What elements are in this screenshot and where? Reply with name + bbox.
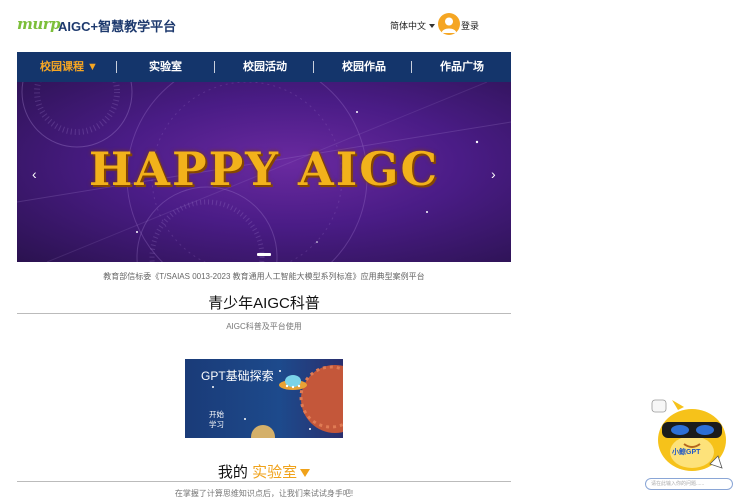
carousel-indicator[interactable] (257, 253, 271, 256)
course-card-title: GPT基础探索 (201, 369, 274, 383)
chevron-down-icon[interactable] (300, 469, 311, 478)
hero-carousel[interactable]: HAPPY AIGC ‹ › (17, 82, 511, 262)
nav-divider (214, 61, 215, 73)
nav-divider (116, 61, 117, 73)
language-label: 简体中文 (390, 21, 427, 31)
nav-divider (313, 61, 314, 73)
course-card-start[interactable]: 开始学习 (209, 410, 225, 430)
section-subtitle-lab: 在掌握了计算思维知识点后，让我们来试试身手吧! (174, 489, 354, 498)
chevron-down-icon (429, 23, 436, 28)
brand-logo[interactable]: murp (17, 15, 61, 33)
course-card-gpt-basics[interactable]: GPT基础探索 开始学习 (185, 359, 343, 438)
section-divider (17, 481, 511, 482)
nav-item-campus-courses[interactable]: 校园课程 ▼ (40, 52, 98, 82)
banner-title: HAPPY AIGC (88, 142, 440, 196)
nav-item-works-square[interactable]: 作品广场 (440, 52, 484, 82)
nav-divider (411, 61, 412, 73)
login-link[interactable]: 登录 (461, 19, 479, 32)
platform-subtitle: 教育部信标委《T/SAIAS 0013-2023 教育通用人工智能大模型系列标准… (103, 272, 425, 281)
section-subtitle-aigc: AIGC科普及平台使用 (226, 322, 302, 331)
carousel-next-arrow-icon[interactable]: › (491, 166, 496, 182)
lab-title-prefix: 我的 (217, 464, 248, 481)
language-selector[interactable]: 简体中文 (390, 19, 436, 32)
main-nav: 校园课程 ▼ 实验室 校园活动 校园作品 作品广场 (17, 52, 511, 82)
carousel-prev-arrow-icon[interactable]: ‹ (32, 166, 37, 182)
nav-item-campus-works[interactable]: 校园作品 (342, 52, 386, 82)
assistant-name: 小鲸GPT (672, 449, 701, 456)
user-avatar-icon[interactable] (438, 13, 460, 35)
lab-title-accent[interactable]: 实验室 (252, 464, 297, 481)
section-title-my-lab: 我的 实验室 (17, 461, 511, 482)
nav-item-lab[interactable]: 实验室 (149, 52, 182, 82)
section-divider (17, 313, 511, 314)
section-title-aigc: 青少年AIGC科普 (208, 295, 320, 312)
nav-item-campus-activities[interactable]: 校园活动 (243, 52, 287, 82)
assistant-mascot[interactable] (648, 398, 732, 474)
site-title: AIGC+智慧教学平台 (58, 19, 177, 34)
assistant-question-input[interactable] (645, 478, 733, 490)
